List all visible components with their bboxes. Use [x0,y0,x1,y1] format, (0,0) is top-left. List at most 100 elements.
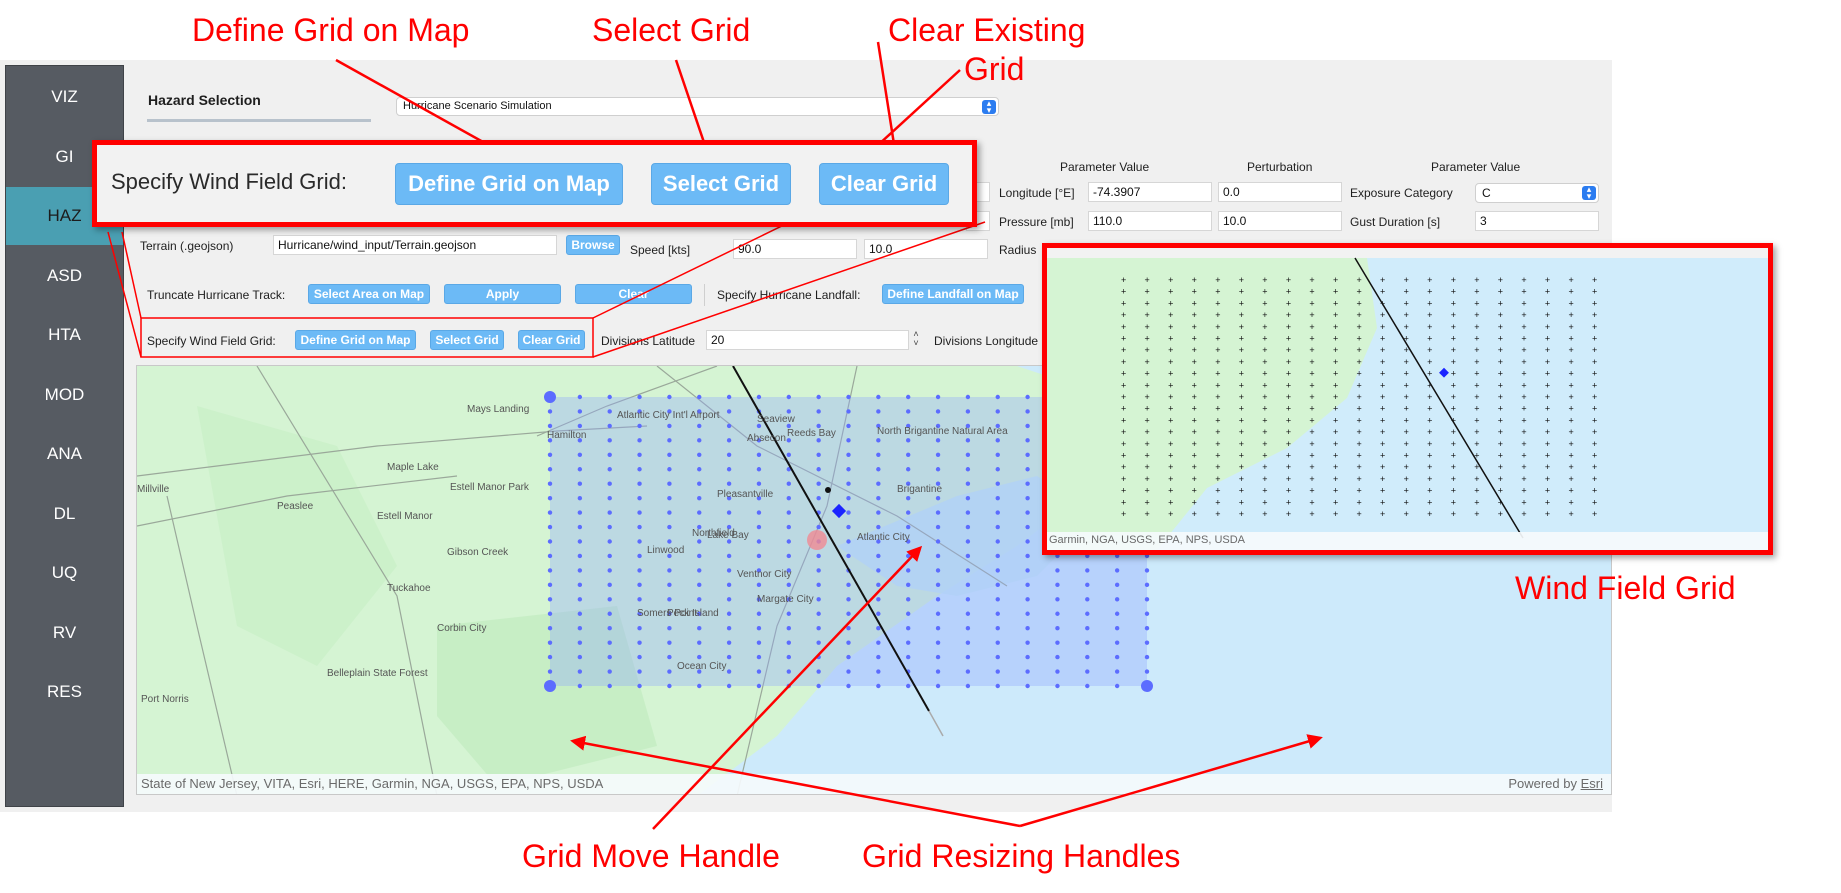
place-label: Port Norris [141,694,189,705]
callout-select-grid-button[interactable]: Select Grid [651,163,791,205]
inset-grid-point: + [1427,392,1432,402]
grid-point [846,626,851,631]
inset-grid-point: + [1545,474,1550,484]
grid-point [607,467,612,472]
exposure-category-select[interactable]: C ▴ ▾ [1475,183,1599,203]
grid-point [607,611,612,616]
inset-grid-point: + [1380,287,1385,297]
grid-point [547,582,553,588]
inset-grid-point: + [1427,451,1432,461]
inset-grid-point: + [1145,462,1150,472]
inset-grid-point: + [1215,287,1220,297]
grid-point [607,452,612,457]
inset-grid-point: + [1333,439,1338,449]
terrain-path-input[interactable]: Hurricane/wind_input/Terrain.geojson [273,235,557,255]
longitude-perturbation-input[interactable]: 0.0 [1218,182,1342,202]
grid-resize-handle[interactable] [544,391,556,403]
inset-grid-point: + [1545,369,1550,379]
grid-point [637,539,642,544]
grid-resize-handle[interactable] [544,680,556,692]
pressure-perturbation-input[interactable]: 10.0 [1218,211,1342,231]
inset-grid-point: + [1192,474,1197,484]
sidebar-item-asd[interactable]: ASD [6,247,123,305]
inset-grid-point: + [1451,322,1456,332]
inset-grid-point: + [1568,298,1573,308]
grid-move-handle[interactable] [807,530,827,550]
apply-truncate-button[interactable]: Apply [444,284,561,304]
select-grid-button[interactable]: Select Grid [430,330,504,350]
inset-grid-point: + [1498,486,1503,496]
grid-resize-handle[interactable] [1141,680,1153,692]
inset-grid-point: + [1192,322,1197,332]
inset-grid-point: + [1286,392,1291,402]
callout-clear-grid-button[interactable]: Clear Grid [819,163,949,205]
longitude-value-input[interactable]: -74.3907 [1088,182,1212,202]
inset-grid-point: + [1568,310,1573,320]
grid-point [637,495,642,501]
sidebar-item-ana[interactable]: ANA [6,425,123,483]
inset-grid-point: + [1380,322,1385,332]
grid-point [965,654,971,660]
sidebar-item-mod[interactable]: MOD [6,366,123,424]
grid-point [876,553,881,559]
inset-grid-point: + [1262,392,1267,402]
longitude-label: Longitude [°E] [999,186,1075,200]
pressure-value-input[interactable]: 110.0 [1088,211,1212,231]
esri-link[interactable]: Esri [1581,776,1603,791]
grid-point [876,597,881,602]
grid-point [906,553,911,559]
grid-point [756,654,762,660]
annotation-select-grid: Select Grid [592,12,751,48]
inset-grid-point: + [1404,310,1409,320]
sidebar-item-res[interactable]: RES [6,663,123,721]
grid-point [876,524,881,530]
sidebar-item-hta[interactable]: HTA [6,306,123,364]
grid-point [667,597,672,602]
grid-point [697,452,702,457]
sidebar-item-dl[interactable]: DL [6,485,123,543]
hazard-type-select[interactable]: Hurricane Scenario Simulation ▴ ▾ [396,97,999,116]
grid-point [1025,394,1030,400]
grid-point [995,597,1000,602]
inset-grid-point: + [1451,334,1456,344]
inset-grid-point: + [1521,474,1526,484]
inset-grid-point: + [1380,369,1385,379]
inset-grid-point: + [1357,474,1362,484]
inset-grid-point: + [1168,497,1173,507]
inset-grid-point: + [1239,392,1244,402]
grid-point [1025,582,1030,588]
grid-point [935,582,941,588]
inset-grid-point: + [1309,275,1314,285]
browse-button[interactable]: Browse [566,235,620,255]
sidebar-item-label: RV [52,623,77,642]
grid-point [816,568,821,573]
divisions-latitude-stepper[interactable]: ˄ ˅ [910,330,922,350]
sidebar-item-uq[interactable]: UQ [6,544,123,602]
grid-point [667,640,672,645]
sidebar-item-viz[interactable]: VIZ [6,68,123,126]
sidebar-item-rv[interactable]: RV [6,604,123,662]
grid-point [637,553,642,559]
grid-point [607,669,612,674]
inset-grid-point: + [1192,357,1197,367]
select-area-on-map-button[interactable]: Select Area on Map [308,284,430,304]
grid-point [726,654,732,660]
inset-grid-point: + [1592,345,1597,355]
callout-define-grid-button[interactable]: Define Grid on Map [395,163,623,205]
divisions-latitude-input[interactable]: 20 [706,330,909,350]
define-landfall-on-map-button[interactable]: Define Landfall on Map [882,284,1024,304]
define-grid-on-map-button[interactable]: Define Grid on Map [295,330,416,350]
clear-truncate-button[interactable]: Clear [575,284,692,304]
inset-grid-point: + [1333,322,1338,332]
gust-duration-input[interactable]: 3 [1475,211,1599,231]
speed-value-input[interactable]: 90.0 [733,239,857,259]
gust-duration-label: Gust Duration [s] [1350,215,1441,229]
inset-grid-point: + [1592,415,1597,425]
speed-perturbation-input[interactable]: 10.0 [864,239,988,259]
inset-grid-point: + [1404,497,1409,507]
clear-grid-button[interactable]: Clear Grid [518,330,585,350]
inset-grid-point: + [1592,322,1597,332]
grid-point [816,669,821,674]
inset-grid-point: + [1380,357,1385,367]
inset-grid-point: + [1427,298,1432,308]
